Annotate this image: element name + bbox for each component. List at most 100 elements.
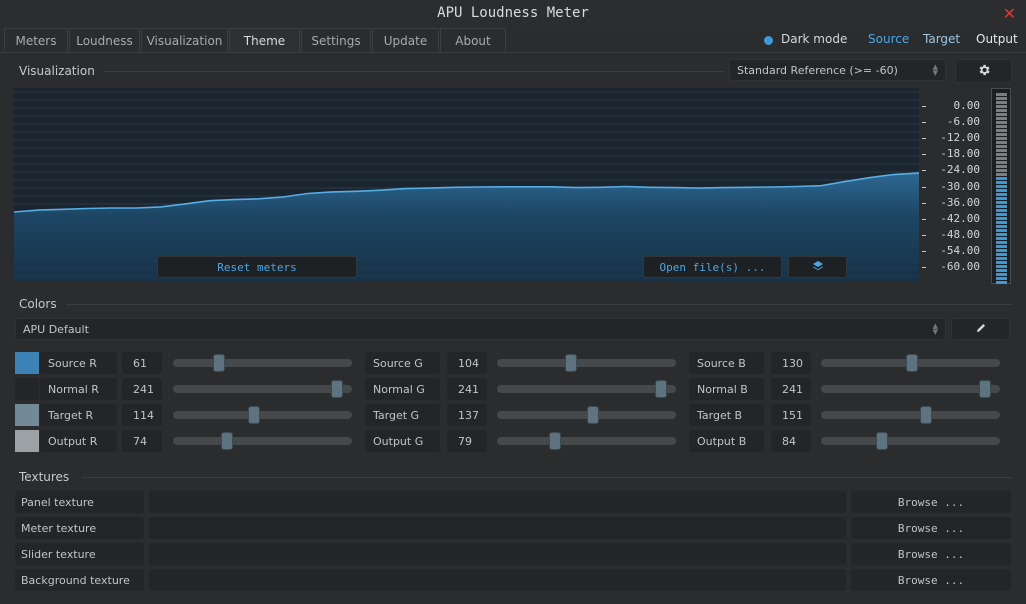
window-title: APU Loudness Meter [437, 5, 589, 21]
dark-mode-radio[interactable] [764, 36, 773, 45]
slider-track[interactable] [497, 437, 676, 445]
layers-button[interactable] [788, 256, 847, 278]
channel-value-field[interactable]: 241 [771, 378, 811, 400]
slider-track[interactable] [821, 385, 1000, 393]
channel-value-field[interactable]: 84 [771, 430, 811, 452]
texture-label: Slider texture [15, 543, 144, 565]
channel-slider[interactable] [173, 378, 352, 400]
channel-slider[interactable] [821, 430, 1000, 452]
slider-track[interactable] [173, 437, 352, 445]
tab-theme[interactable]: Theme [229, 28, 300, 52]
slider-thumb[interactable] [330, 380, 343, 398]
tab-update[interactable]: Update [372, 28, 439, 52]
channel-value-field[interactable]: 137 [447, 404, 487, 426]
channel-value-field[interactable]: 241 [122, 378, 162, 400]
gear-icon [977, 63, 991, 80]
select-arrows-icon: ▲ ▼ [932, 322, 938, 336]
slider-track[interactable] [497, 359, 676, 367]
slider-thumb[interactable] [221, 432, 234, 450]
close-icon[interactable]: ✕ [1003, 4, 1016, 23]
meter-segment [996, 193, 1007, 196]
channel-value-field[interactable]: 74 [122, 430, 162, 452]
browse-button[interactable]: Browse ... [851, 569, 1011, 591]
edit-preset-button[interactable] [951, 318, 1010, 340]
channel-value-field[interactable]: 104 [447, 352, 487, 374]
channel-slider[interactable] [497, 378, 676, 400]
channel-value-field[interactable]: 151 [771, 404, 811, 426]
section-divider [66, 304, 1012, 305]
meter-segment [996, 249, 1007, 252]
channel-slider[interactable] [173, 352, 352, 374]
visualization-settings-button[interactable] [955, 59, 1012, 83]
channel-slider[interactable] [497, 404, 676, 426]
tab-visualization[interactable]: Visualization [141, 28, 228, 52]
slider-track[interactable] [497, 385, 676, 393]
channel-label: Output R [40, 430, 117, 452]
meter-segment [996, 189, 1007, 192]
reference-select[interactable]: Standard Reference (>= -60) ▲ ▼ [729, 59, 946, 81]
tab-settings[interactable]: Settings [301, 28, 371, 52]
color-preset-select[interactable]: APU Default ▲ ▼ [15, 318, 946, 340]
texture-path-field[interactable] [149, 569, 846, 591]
scale-label: 0.00 [953, 99, 981, 112]
browse-button[interactable]: Browse ... [851, 491, 1011, 513]
slider-track[interactable] [173, 411, 352, 419]
meter-segment [996, 241, 1007, 244]
channel-slider[interactable] [173, 404, 352, 426]
meter-segment [996, 209, 1007, 212]
slider-thumb[interactable] [586, 406, 599, 424]
reset-meters-button[interactable]: Reset meters [157, 256, 357, 278]
color-swatch[interactable] [15, 352, 39, 374]
slider-thumb[interactable] [978, 380, 991, 398]
meter-segment [996, 253, 1007, 256]
texture-path-field[interactable] [149, 517, 846, 539]
target-toggle[interactable]: Target [923, 32, 960, 48]
meter-segment [996, 161, 1007, 164]
source-toggle[interactable]: Source [868, 32, 909, 48]
slider-thumb[interactable] [919, 406, 932, 424]
channel-value-field[interactable]: 130 [771, 352, 811, 374]
open-files-button[interactable]: Open file(s) ... [643, 256, 782, 278]
slider-thumb[interactable] [876, 432, 888, 450]
meter-segment [996, 261, 1007, 264]
tab-about[interactable]: About [440, 28, 506, 52]
browse-button[interactable]: Browse ... [851, 517, 1011, 539]
output-toggle[interactable]: Output [976, 32, 1018, 48]
slider-thumb[interactable] [212, 354, 225, 372]
channel-label: Output G [365, 430, 440, 452]
scale-label: -18.00 [940, 147, 980, 161]
dark-mode-label[interactable]: Dark mode [781, 32, 847, 48]
texture-path-field[interactable] [149, 491, 846, 513]
browse-button[interactable]: Browse ... [851, 543, 1011, 565]
meter-segment [996, 201, 1007, 204]
channel-slider[interactable] [821, 378, 1000, 400]
channel-value-field[interactable]: 114 [122, 404, 162, 426]
meter-segment [996, 145, 1007, 148]
slider-thumb[interactable] [247, 406, 260, 424]
slider-track[interactable] [173, 385, 352, 393]
slider-thumb[interactable] [906, 354, 919, 372]
tab-meters[interactable]: Meters [4, 28, 68, 52]
channel-value-field[interactable]: 79 [447, 430, 487, 452]
slider-track[interactable] [821, 437, 1000, 445]
slider-track[interactable] [821, 411, 1000, 419]
level-meter [991, 88, 1011, 284]
channel-value-field[interactable]: 241 [447, 378, 487, 400]
channel-value-field[interactable]: 61 [122, 352, 162, 374]
tab-loudness[interactable]: Loudness [69, 28, 140, 52]
texture-path-field[interactable] [149, 543, 846, 565]
channel-slider[interactable] [497, 430, 676, 452]
meter-segment [996, 229, 1007, 232]
channel-slider[interactable] [497, 352, 676, 374]
channel-slider[interactable] [821, 352, 1000, 374]
channel-slider[interactable] [173, 430, 352, 452]
slider-thumb[interactable] [548, 432, 561, 450]
color-swatch[interactable] [15, 404, 39, 426]
channel-slider[interactable] [821, 404, 1000, 426]
slider-thumb[interactable] [565, 354, 578, 372]
slider-thumb[interactable] [654, 380, 667, 398]
slider-track[interactable] [173, 359, 352, 367]
color-swatch[interactable] [15, 378, 39, 400]
scale-label: -12.00 [940, 131, 980, 145]
color-swatch[interactable] [15, 430, 39, 452]
